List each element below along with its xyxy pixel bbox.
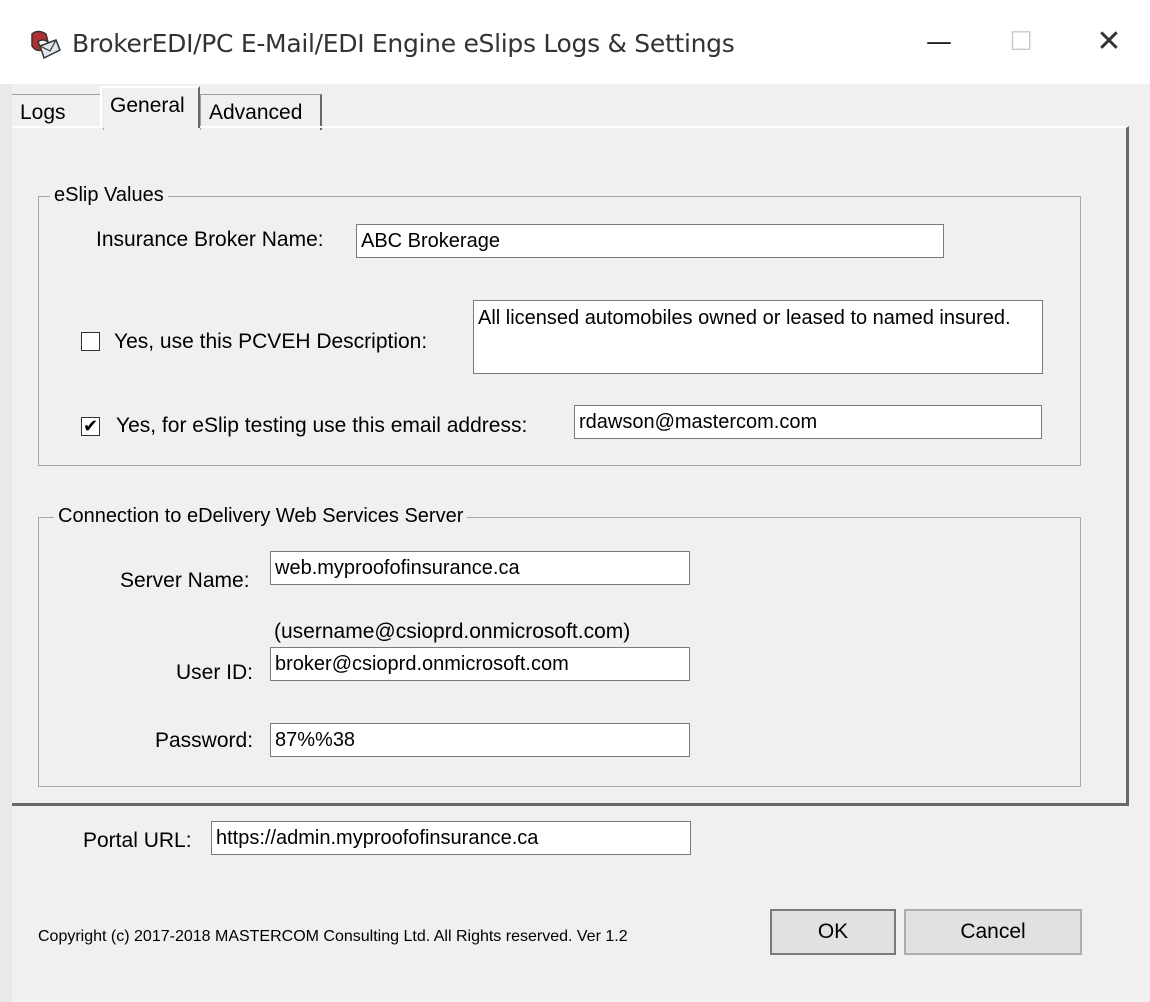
portal-url-label: Portal URL: [83, 829, 192, 852]
pcveh-checkbox[interactable] [81, 332, 100, 351]
eslip-values-group-title: eSlip Values [50, 184, 168, 207]
server-name-label: Server Name: [120, 569, 250, 592]
tab-logs[interactable]: Logs [12, 94, 104, 130]
maximize-button[interactable]: ☐ [986, 20, 1056, 64]
copyright-text: Copyright (c) 2017-2018 MASTERCOM Consul… [38, 928, 628, 945]
test-email-label: Yes, for eSlip testing use this email ad… [116, 414, 528, 437]
ok-button[interactable]: OK [770, 909, 896, 955]
userid-input[interactable] [270, 647, 690, 681]
password-input[interactable] [270, 723, 690, 757]
window-title: BrokerEDI/PC E-Mail/EDI Engine eSlips Lo… [72, 29, 735, 58]
broker-name-input[interactable] [356, 224, 944, 258]
test-email-input[interactable] [574, 405, 1042, 439]
pcveh-label: Yes, use this PCVEH Description: [114, 330, 428, 353]
app-icon [31, 30, 61, 60]
pcveh-description-input[interactable]: All licensed automobiles owned or leased… [473, 300, 1043, 374]
password-label: Password: [155, 729, 254, 752]
connection-group-title: Connection to eDelivery Web Services Ser… [54, 505, 468, 528]
portal-url-input[interactable] [211, 821, 691, 855]
userid-label: User ID: [176, 661, 254, 684]
tab-general[interactable]: General [100, 86, 200, 128]
server-name-input[interactable] [270, 551, 690, 585]
minimize-button[interactable]: — [904, 20, 974, 64]
test-email-checkbox[interactable]: ✔ [81, 417, 100, 436]
close-button[interactable]: ✕ [1074, 20, 1144, 64]
tab-advanced[interactable]: Advanced [200, 94, 322, 130]
test-email-check-mark: ✔ [82, 416, 99, 437]
window-left-edge [0, 84, 12, 1002]
cancel-button[interactable]: Cancel [904, 909, 1082, 955]
userid-hint: (username@csioprd.onmicrosoft.com) [274, 620, 631, 643]
broker-name-label: Insurance Broker Name: [96, 228, 324, 251]
